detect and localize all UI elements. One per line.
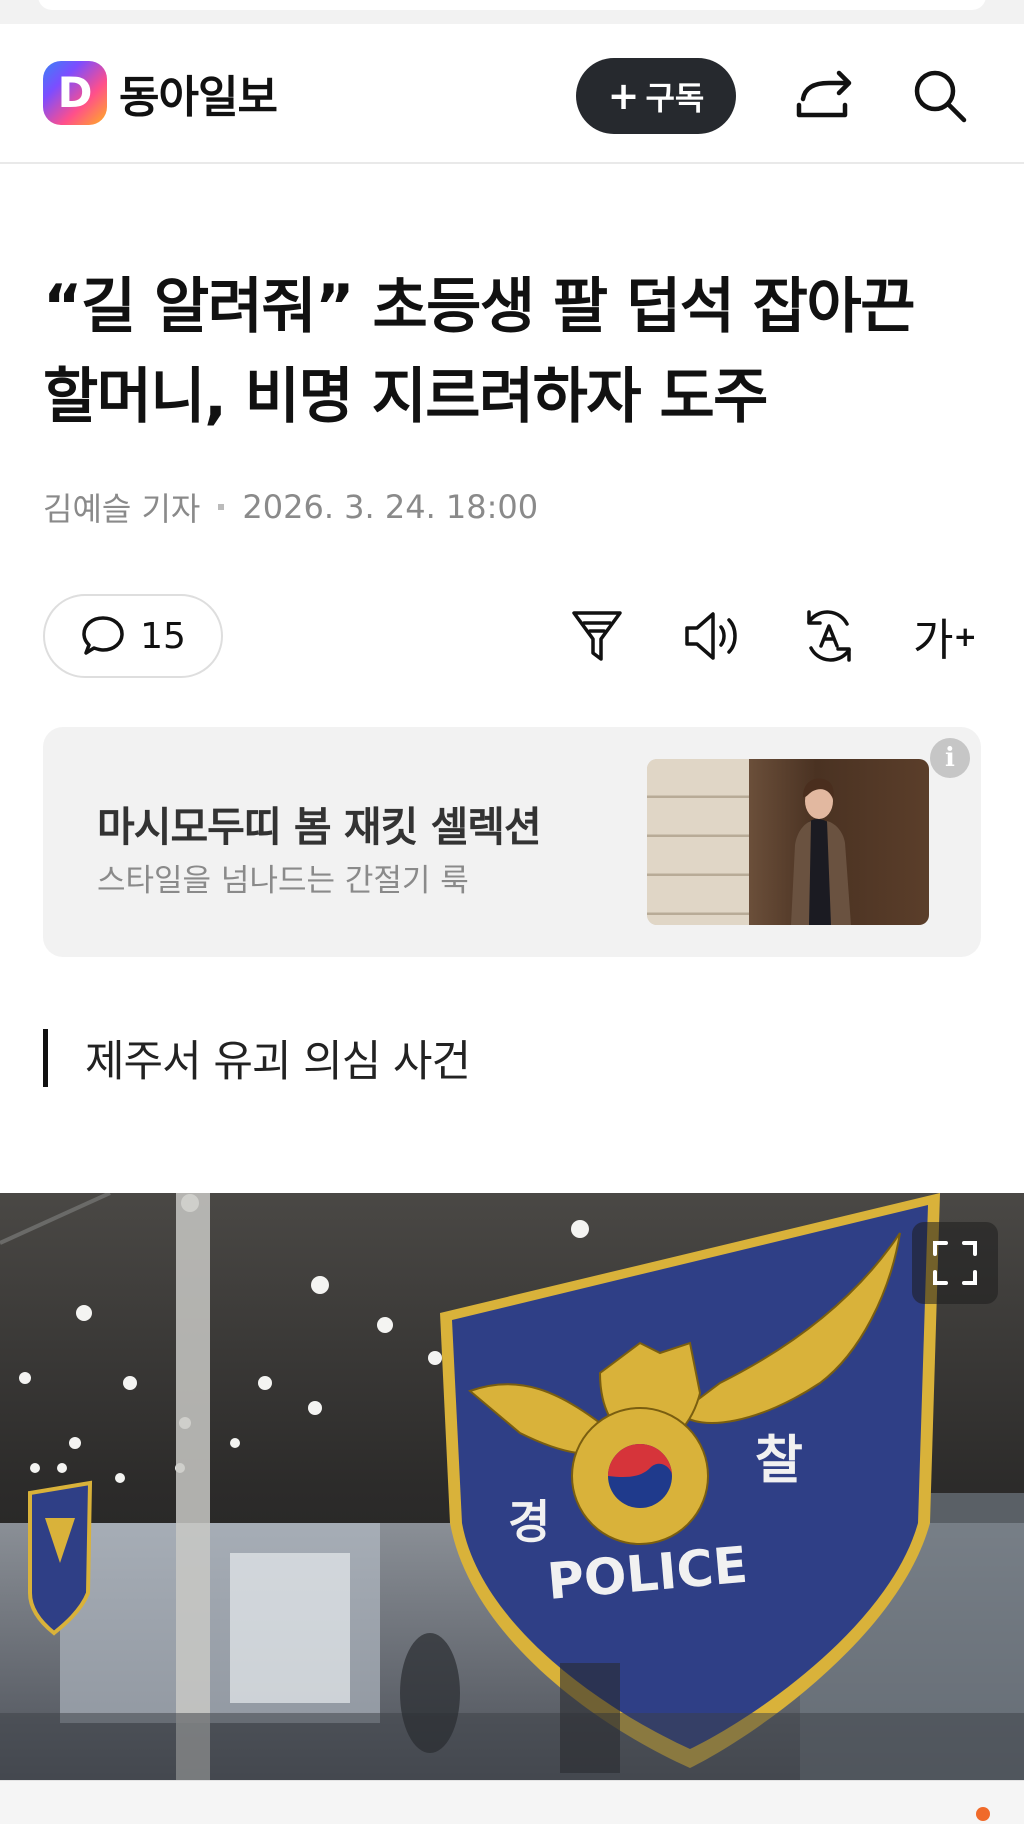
subscribe-button[interactable]: + 구독 bbox=[576, 58, 736, 134]
headline-line-1: “길 알려줘” 초등생 팔 덥석 잡아끈 bbox=[43, 272, 915, 342]
search-icon[interactable] bbox=[906, 62, 974, 130]
byline-separator bbox=[218, 504, 225, 510]
article-toolbar: 15 가 + bbox=[43, 594, 981, 680]
byline: 김예슬 기자 2026. 3. 24. 18:00 bbox=[43, 484, 538, 530]
headline-line-2: 할머니, 비명 지르려하자 도주 bbox=[43, 362, 768, 432]
comments-button[interactable]: 15 bbox=[43, 594, 223, 678]
ad-subtitle: 스타일을 넘나드는 간절기 룩 bbox=[97, 863, 469, 899]
speaker-icon[interactable] bbox=[677, 600, 749, 672]
police-photo: 경 찰 POLICE bbox=[0, 1193, 1024, 1780]
ad-banner[interactable]: 마시모두띠 봄 재킷 셀렉션 스타일을 넘나드는 간절기 룩 bbox=[43, 727, 981, 957]
brand-logo[interactable]: D 동아일보 bbox=[43, 61, 278, 125]
section-label: 제주서 유괴 의심 사건 bbox=[85, 1037, 471, 1087]
comment-icon bbox=[82, 616, 124, 655]
ad-image bbox=[647, 759, 929, 925]
badge-char-left: 경 bbox=[508, 1495, 550, 1549]
article-photo[interactable]: 경 찰 POLICE bbox=[0, 1193, 1024, 1780]
top-card-edge bbox=[38, 0, 986, 10]
badge-char-right: 찰 bbox=[755, 1431, 803, 1491]
ad-image-model bbox=[791, 778, 851, 925]
ad-title: 마시모두띠 봄 재킷 셀렉션 bbox=[97, 803, 542, 851]
publish-date: 2026. 3. 24. 18:00 bbox=[242, 488, 539, 526]
filter-icon[interactable] bbox=[561, 600, 633, 672]
related-section[interactable]: 제주서 유괴 의심 사건 bbox=[43, 1028, 471, 1088]
translate-icon[interactable] bbox=[793, 600, 865, 672]
ad-info-icon[interactable]: i bbox=[930, 738, 970, 778]
font-size-icon[interactable]: 가 + bbox=[909, 600, 981, 672]
section-bar bbox=[43, 1029, 48, 1087]
brand-name: 동아일보 bbox=[119, 72, 278, 123]
expand-icon[interactable] bbox=[912, 1222, 998, 1304]
site-header: D 동아일보 + 구독 bbox=[0, 24, 1024, 164]
notification-dot bbox=[976, 1807, 990, 1821]
ad-image-stone-wall bbox=[647, 759, 749, 925]
comment-count: 15 bbox=[140, 615, 186, 657]
bottom-nav-bar bbox=[0, 1780, 1024, 1824]
author[interactable]: 김예슬 기자 bbox=[43, 484, 200, 530]
top-strip bbox=[0, 0, 1024, 24]
plus-icon: + bbox=[607, 74, 640, 118]
logo-mark: D bbox=[43, 61, 107, 125]
font-size-label: 가 bbox=[913, 615, 954, 666]
subscribe-label: 구독 bbox=[645, 79, 705, 117]
share-icon[interactable] bbox=[790, 62, 858, 130]
plus-icon: + bbox=[953, 619, 977, 653]
article-headline: “길 알려줘” 초등생 팔 덥석 잡아끈 할머니, 비명 지르려하자 도주 bbox=[43, 262, 993, 442]
